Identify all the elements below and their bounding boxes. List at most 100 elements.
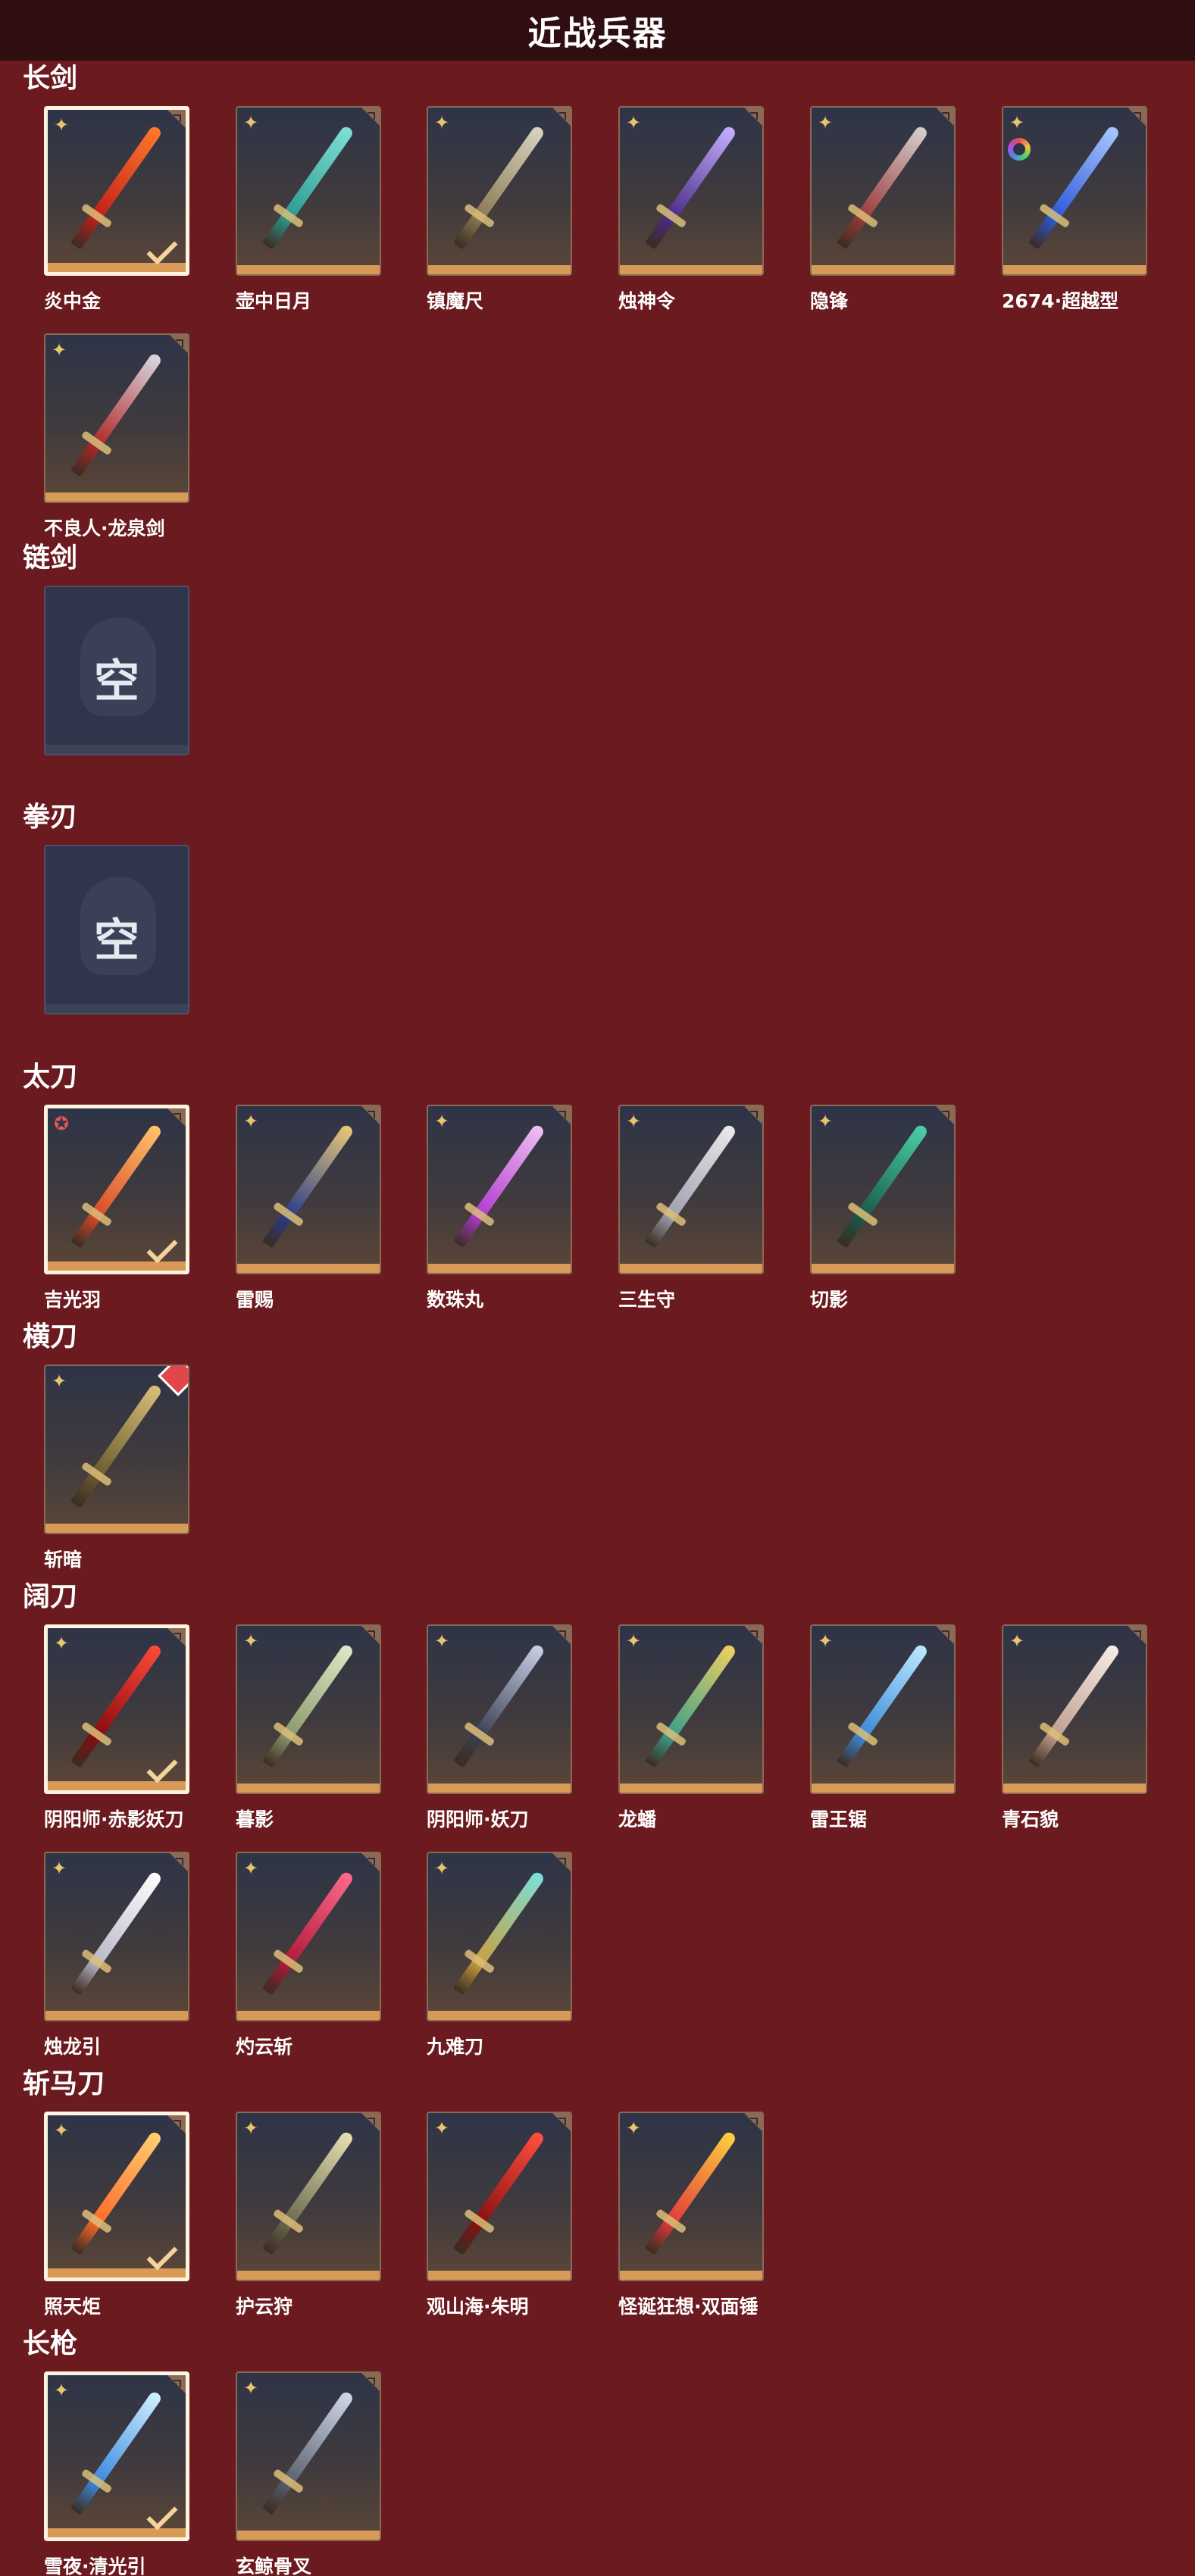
page-header: 近战兵器 — [0, 0, 1195, 61]
star-badge-icon: ✦ — [434, 1630, 450, 1652]
weapon-card[interactable]: ✦ — [810, 1624, 956, 1794]
star-badge-icon: ✦ — [818, 112, 834, 133]
star-badge-icon: ✦ — [434, 2118, 450, 2139]
weapon-card[interactable]: ✦ — [427, 1852, 572, 2021]
weapon-card[interactable]: ✪ — [44, 1105, 189, 1274]
corner-tab-icon — [931, 1106, 954, 1129]
corner-tab-icon — [740, 1626, 762, 1649]
corner-tab-icon — [1123, 1626, 1146, 1649]
weapon-image — [452, 124, 546, 250]
corner-tab-icon — [163, 1108, 186, 1131]
weapon-card[interactable]: ✦ — [236, 1624, 381, 1794]
corner-tab-icon — [165, 335, 188, 358]
empty-weapon-slot[interactable]: 空 — [44, 586, 189, 755]
weapon-card[interactable]: ✦ — [810, 1105, 956, 1274]
card-bottom-bar — [237, 1784, 380, 1793]
weapon-card[interactable]: ✦ — [44, 1852, 189, 2021]
card-bottom-bar — [620, 1784, 762, 1793]
weapon-name: 隐锋 — [810, 290, 849, 312]
weapon-name: 护云狩 — [236, 2296, 293, 2318]
weapon-card[interactable]: ✦ — [44, 2371, 189, 2541]
weapon-card[interactable]: ✦ — [618, 1105, 764, 1274]
corner-tab-icon — [357, 108, 380, 130]
weapon-card[interactable]: ✦ — [44, 2112, 189, 2281]
weapon-name: 雷赐 — [236, 1289, 274, 1311]
star-badge-icon: ✦ — [52, 339, 67, 361]
empty-slot-label: 空 — [94, 655, 139, 708]
weapon-card[interactable]: ✦ — [236, 2371, 381, 2541]
corner-tab-icon — [740, 2113, 762, 2136]
weapon-image — [70, 352, 164, 477]
corner-tab-icon — [165, 1853, 188, 1876]
weapon-card[interactable]: ✦ — [618, 1624, 764, 1794]
weapon-name: 玄鲸骨叉 — [236, 2556, 312, 2576]
corner-tab-icon — [163, 2115, 186, 2138]
card-bottom-bar — [428, 1784, 571, 1793]
weapon-name: 烛神令 — [618, 290, 676, 312]
weapon-card[interactable]: ✦ — [1002, 1624, 1147, 1794]
weapon-card[interactable]: ✦ — [427, 1105, 572, 1274]
weapon-name: 镇魔尺 — [427, 290, 484, 312]
card-bottom-bar — [812, 265, 954, 274]
weapon-image — [644, 2130, 738, 2256]
weapon-card[interactable]: ✦ — [427, 106, 572, 276]
red-star-icon: ✪ — [54, 1113, 70, 1134]
weapon-card[interactable]: ✦ — [236, 2112, 381, 2281]
weapon-card[interactable]: ✦ — [236, 106, 381, 276]
weapon-card[interactable]: ✦ — [236, 1105, 381, 1274]
star-badge-icon: ✦ — [243, 2377, 259, 2399]
weapon-image — [1028, 1643, 1121, 1768]
weapon-card[interactable]: ✦ — [618, 2112, 764, 2281]
card-bottom-bar — [45, 1524, 188, 1533]
star-badge-icon: ✦ — [52, 1858, 67, 1879]
weapon-image — [261, 1643, 355, 1768]
weapon-card[interactable]: ✦ — [44, 1624, 189, 1794]
weapon-image — [70, 2390, 164, 2515]
section-title: 拳刃 — [23, 802, 78, 833]
card-bottom-bar — [45, 1004, 188, 1013]
corner-tab-icon — [357, 1853, 380, 1876]
star-badge-icon: ✦ — [243, 112, 259, 133]
weapon-card[interactable]: ✦ — [618, 106, 764, 276]
card-bottom-bar — [237, 2271, 380, 2280]
card-bottom-bar — [1003, 265, 1146, 274]
star-badge-icon: ✦ — [54, 114, 70, 136]
card-bottom-bar — [812, 1784, 954, 1793]
weapon-name: 雪夜·清光引 — [44, 2556, 146, 2576]
red-diamond-icon — [158, 1366, 188, 1396]
weapon-card[interactable]: ✦ — [1002, 106, 1147, 276]
star-badge-icon: ✦ — [243, 2118, 259, 2139]
weapon-card[interactable]: ✦ — [427, 2112, 572, 2281]
weapon-card[interactable]: ✦ — [427, 1624, 572, 1794]
weapon-name: 斩暗 — [44, 1549, 83, 1571]
star-badge-icon: ✦ — [434, 1111, 450, 1132]
star-badge-icon: ✦ — [626, 112, 642, 133]
weapon-name: 炎中金 — [44, 290, 102, 312]
weapon-card[interactable]: ✦ — [44, 1365, 189, 1534]
weapon-card[interactable]: ✦ — [44, 106, 189, 276]
weapon-image — [452, 1870, 546, 1996]
weapon-image — [70, 1870, 164, 1996]
empty-weapon-slot[interactable]: 空 — [44, 845, 189, 1014]
card-bottom-bar — [45, 2011, 188, 2020]
weapon-name: 照天炬 — [44, 2296, 102, 2318]
corner-tab-icon — [548, 1626, 571, 1649]
corner-tab-icon — [163, 1628, 186, 1651]
weapon-name: 三生守 — [618, 1289, 676, 1311]
weapon-card[interactable]: ✦ — [44, 333, 189, 503]
weapon-name: 阴阳师·妖刀 — [427, 1809, 529, 1830]
weapon-name: 雷王锯 — [810, 1809, 868, 1830]
card-bottom-bar — [620, 265, 762, 274]
weapon-image — [452, 2130, 546, 2256]
card-bottom-bar — [45, 492, 188, 502]
corner-tab-icon — [1123, 108, 1146, 130]
weapon-image — [261, 2390, 355, 2515]
weapon-name: 数珠丸 — [427, 1289, 484, 1311]
weapon-card[interactable]: ✦ — [810, 106, 956, 276]
weapon-image — [836, 124, 930, 250]
star-badge-icon: ✦ — [243, 1630, 259, 1652]
equipped-check-icon — [146, 2239, 178, 2271]
section-title: 斩马刀 — [23, 2068, 105, 2099]
card-bottom-bar — [48, 2268, 186, 2277]
weapon-card[interactable]: ✦ — [236, 1852, 381, 2021]
